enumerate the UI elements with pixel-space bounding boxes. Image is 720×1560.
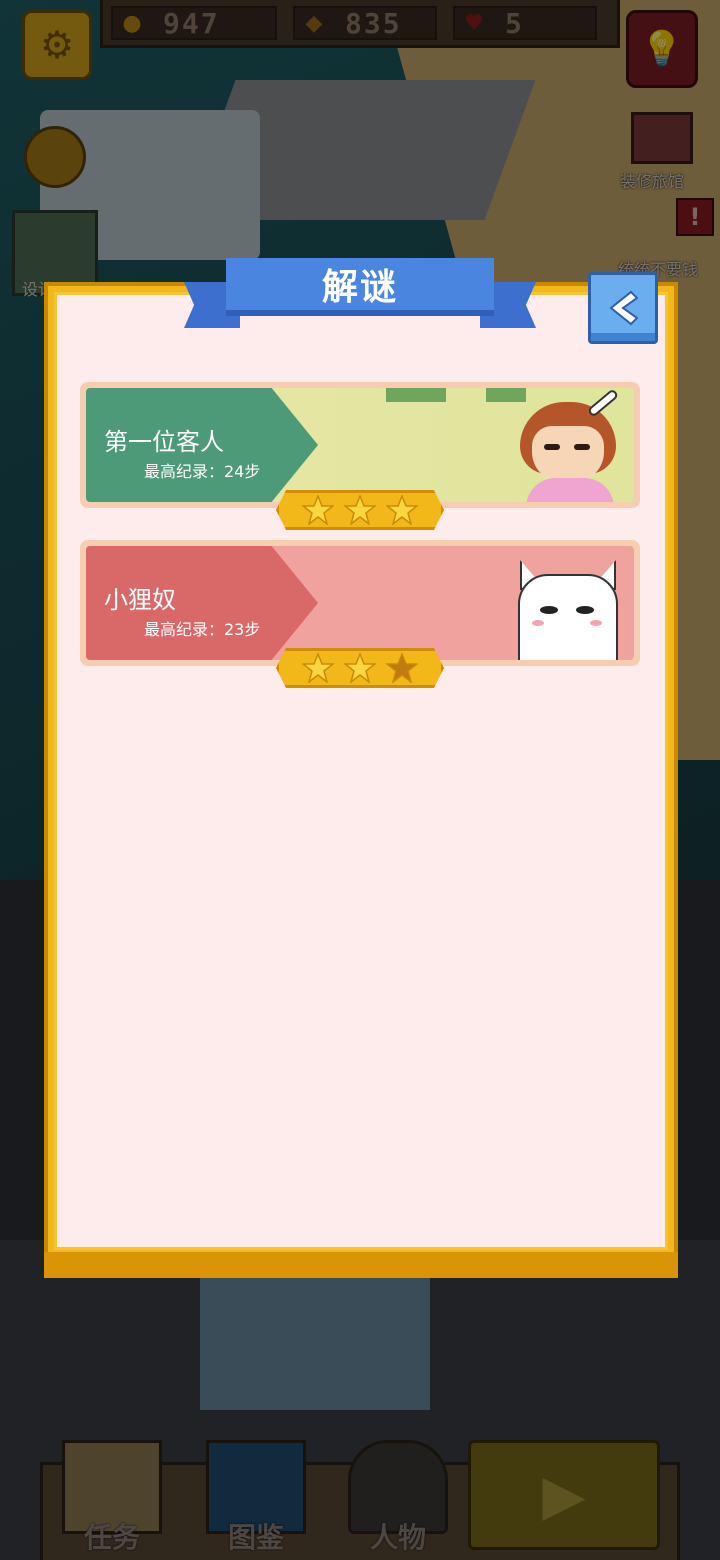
level-record: 最高纪录：23步 (144, 620, 261, 639)
level-name: 第一位客人 (104, 428, 224, 456)
level-stars (276, 490, 444, 530)
level-name: 小狸奴 (104, 586, 176, 614)
chevron-left-icon (609, 290, 639, 326)
star-filled-icon (386, 495, 418, 525)
bush (386, 388, 446, 402)
dialog-title: 解谜 (226, 258, 494, 316)
star-filled-icon (302, 495, 334, 525)
level-card-first-guest[interactable]: 第一位客人 最高纪录：24步 (80, 382, 640, 508)
star-filled-icon (344, 653, 376, 683)
level-record: 最高纪录：24步 (144, 462, 261, 481)
cat-character-icon (516, 560, 620, 660)
level-card-little-cat[interactable]: 小狸奴 最高纪录：23步 (80, 540, 640, 666)
level-card-art: 小狸奴 最高纪录：23步 (86, 546, 634, 660)
star-filled-icon (302, 653, 334, 683)
back-button[interactable] (588, 272, 658, 344)
girl-character-icon (514, 388, 624, 502)
level-stars (276, 648, 444, 688)
level-card-art: 第一位客人 最高纪录：24步 (86, 388, 634, 502)
star-filled-icon (344, 495, 376, 525)
star-empty-icon (386, 653, 418, 683)
bone-icon (586, 388, 620, 418)
